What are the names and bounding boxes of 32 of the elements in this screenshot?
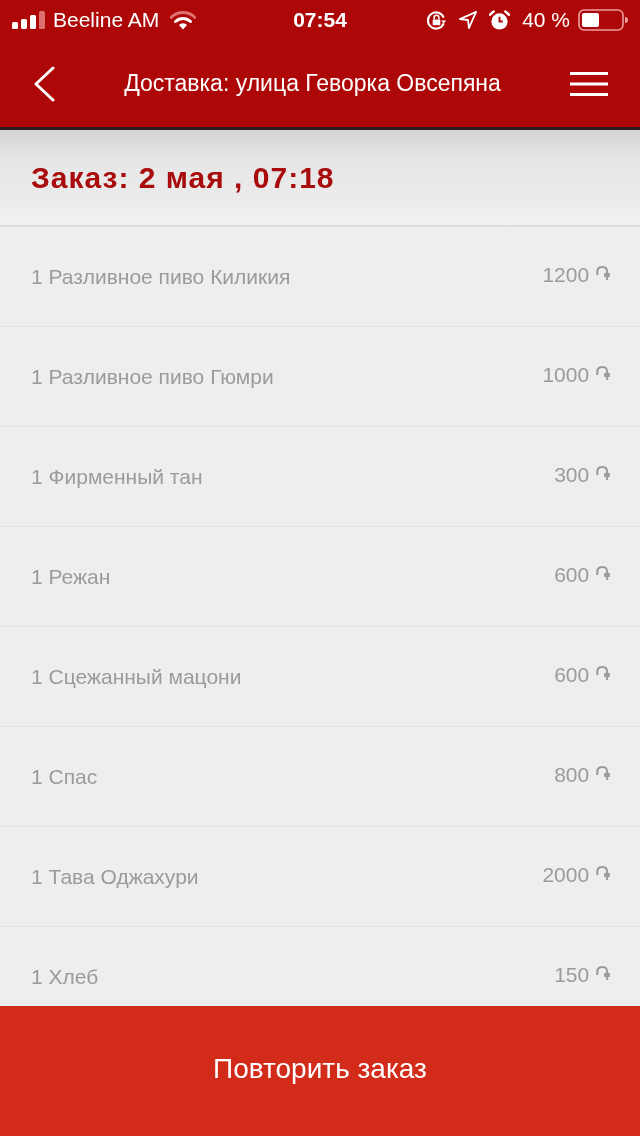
nav-title: Доставка: улица Геворка Овсепяна [124, 70, 501, 97]
status-time: 07:54 [293, 8, 347, 32]
location-icon [459, 11, 478, 29]
menu-button[interactable] [570, 71, 608, 96]
menu-icon [570, 71, 608, 96]
alarm-icon [489, 9, 511, 31]
repeat-order-button[interactable]: Повторить заказ [0, 1006, 640, 1136]
item-name: 1 Тава Оджахури [31, 864, 199, 889]
item-name: 1 Сцежанный мацони [31, 664, 242, 689]
battery-percent: 40 % [522, 8, 570, 32]
item-name: 1 Режан [31, 564, 111, 589]
item-price: 2000 ֏ [542, 862, 610, 887]
back-button[interactable] [33, 65, 55, 102]
wifi-icon [170, 10, 197, 30]
battery-icon [578, 9, 628, 31]
item-price: 1000 ֏ [542, 362, 610, 387]
item-price: 150 ֏ [554, 962, 610, 987]
rotation-lock-icon [426, 9, 448, 31]
item-name: 1 Спас [31, 764, 98, 789]
item-name: 1 Хлеб [31, 964, 99, 989]
item-name: 1 Разливное пиво Киликия [31, 264, 291, 289]
back-chevron-icon [33, 65, 55, 102]
order-title: Заказ: 2 мая , 07:18 [31, 160, 335, 195]
item-price: 800 ֏ [554, 762, 610, 787]
item-name: 1 Разливное пиво Гюмри [31, 364, 274, 389]
item-price: 600 ֏ [554, 662, 610, 687]
item-price: 1200 ֏ [542, 262, 610, 287]
item-price: 600 ֏ [554, 562, 610, 587]
carrier-name: Beeline AM [53, 8, 160, 32]
item-price: 300 ֏ [554, 462, 610, 487]
item-name: 1 Фирменный тан [31, 464, 203, 489]
signal-icon [12, 11, 46, 29]
